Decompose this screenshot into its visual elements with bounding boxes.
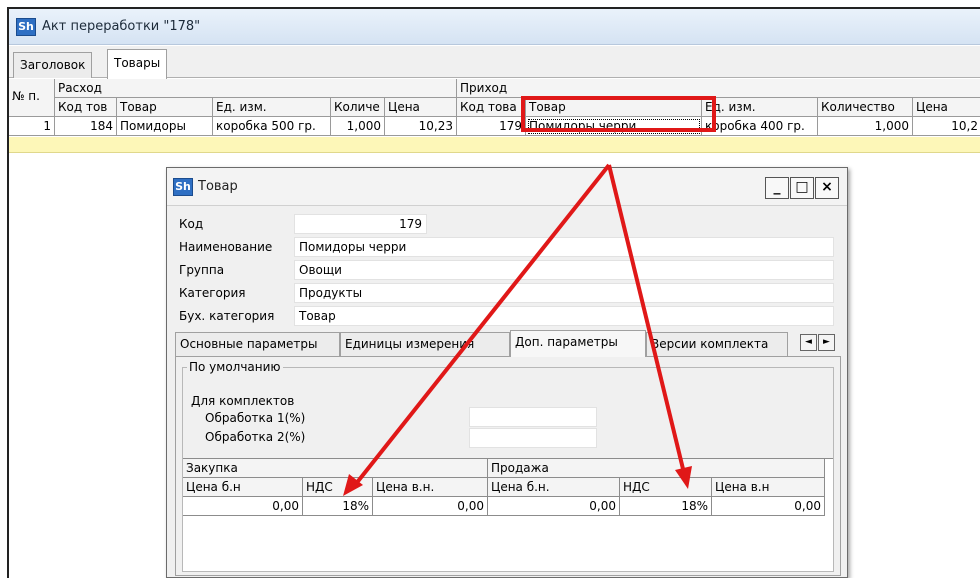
close-icon[interactable]: × — [815, 177, 839, 199]
defaults-group-title: По умолчанию — [187, 360, 283, 374]
field-accounting-category[interactable]: Товар — [294, 306, 834, 326]
column-header-price-in[interactable]: Цена — [913, 98, 980, 117]
purchase-net-cell[interactable]: 0,00 — [183, 497, 303, 516]
field-code[interactable]: 179 — [294, 214, 427, 234]
row-number-cell[interactable]: 1 — [9, 117, 55, 136]
dialog-tab-strip: Основные параметры Единицы измерения Доп… — [175, 330, 841, 357]
app-icon: Sh — [16, 18, 36, 36]
price-out-cell[interactable]: 10,23 — [385, 117, 457, 136]
column-header-purchase-gross[interactable]: Цена в.н. — [373, 478, 488, 497]
code-out-cell[interactable]: 184 — [55, 117, 117, 136]
column-header-purchase-net[interactable]: Цена б.н — [183, 478, 303, 497]
field-group[interactable]: Овощи — [294, 260, 834, 280]
qty-out-cell[interactable]: 1,000 — [331, 117, 385, 136]
code-in-cell[interactable]: 179 — [457, 117, 526, 136]
column-header-code-in[interactable]: Код това — [457, 98, 526, 117]
column-header-qty-in[interactable]: Количество — [818, 98, 913, 117]
sale-gross-cell[interactable]: 0,00 — [712, 497, 825, 516]
product-out-cell[interactable]: Помидоры — [117, 117, 213, 136]
column-header-product-out[interactable]: Товар — [117, 98, 213, 117]
column-header-product-in[interactable]: Товар — [526, 98, 702, 117]
column-header-code-out[interactable]: Код тов — [55, 98, 117, 117]
purchase-vat-cell[interactable]: 18% — [303, 497, 373, 516]
tab-strip: Заголовок Товары — [9, 46, 980, 79]
processing-1-label: Обработка 1(%) — [205, 411, 306, 425]
product-dialog: Sh Товар _ □ × Код 179 Наименование Поми… — [166, 167, 848, 578]
price-in-cell[interactable]: 10,2 — [913, 117, 980, 136]
group-header-incoming: Приход — [457, 79, 980, 98]
sale-net-cell[interactable]: 0,00 — [488, 497, 620, 516]
column-header-unit-out[interactable]: Ед. изм. — [213, 98, 331, 117]
column-header-sale-gross[interactable]: Цена в.н — [712, 478, 825, 497]
unit-in-cell[interactable]: коробка 400 гр. — [702, 117, 818, 136]
defaults-group: По умолчанию Для комплектов Обработка 1(… — [182, 360, 834, 572]
tab-goods[interactable]: Товары — [107, 49, 168, 79]
field-category[interactable]: Продукты — [294, 283, 834, 303]
minimize-icon[interactable]: _ — [765, 177, 789, 199]
price-grid: Закупка Продажа Цена б.н НДС Цена в.н. Ц… — [183, 458, 833, 571]
column-header-sale-vat[interactable]: НДС — [620, 478, 712, 497]
column-header-unit-in[interactable]: Ед. изм. — [702, 98, 818, 117]
sale-vat-cell[interactable]: 18% — [620, 497, 712, 516]
dialog-app-icon: Sh — [173, 178, 193, 196]
field-label-category: Категория — [179, 286, 246, 300]
tab-kit-versions[interactable]: Версии комплекта — [646, 332, 788, 356]
qty-in-cell[interactable]: 1,000 — [818, 117, 913, 136]
scroll-left-icon[interactable]: ◄ — [800, 334, 817, 351]
window-title: Акт переработки "178" — [42, 19, 201, 34]
column-header-sale-net[interactable]: Цена б.н. — [488, 478, 620, 497]
window-controls: _ □ × — [764, 177, 839, 199]
field-label-accounting-category: Бух. категория — [179, 309, 275, 323]
tab-extra-params[interactable]: Доп. параметры — [510, 330, 646, 357]
dialog-title: Товар — [198, 179, 238, 194]
field-label-name: Наименование — [179, 240, 273, 254]
column-header-price-out[interactable]: Цена — [385, 98, 457, 117]
kits-label: Для комплектов — [191, 394, 295, 408]
group-header-purchase: Закупка — [183, 459, 488, 478]
field-name[interactable]: Помидоры черри — [294, 237, 834, 257]
group-header-sale: Продажа — [488, 459, 825, 478]
column-header-row-number[interactable]: № п. — [9, 79, 55, 117]
tab-main-params[interactable]: Основные параметры — [175, 332, 340, 356]
column-header-qty-out[interactable]: Количе — [331, 98, 385, 117]
processing-1-input[interactable] — [469, 407, 597, 427]
field-label-group: Группа — [179, 263, 225, 277]
unit-out-cell[interactable]: коробка 500 гр. — [213, 117, 331, 136]
processing-2-input[interactable] — [469, 428, 597, 448]
scroll-right-icon[interactable]: ► — [818, 334, 835, 351]
new-row-strip[interactable] — [9, 137, 980, 153]
title-bar: Sh Акт переработки "178" — [9, 9, 980, 45]
field-label-code: Код — [179, 217, 204, 231]
tab-scroll: ◄ ► — [799, 334, 835, 351]
product-in-cell[interactable]: Помидоры черри — [526, 117, 702, 136]
dialog-title-bar: Sh Товар _ □ × — [167, 168, 847, 206]
tab-units[interactable]: Единицы измерения — [340, 332, 510, 356]
extra-params-panel: По умолчанию Для комплектов Обработка 1(… — [175, 356, 841, 576]
group-header-outgoing: Расход — [55, 79, 457, 98]
maximize-icon[interactable]: □ — [790, 177, 814, 199]
processing-2-label: Обработка 2(%) — [205, 430, 306, 444]
tab-header[interactable]: Заголовок — [13, 52, 93, 78]
purchase-gross-cell[interactable]: 0,00 — [373, 497, 488, 516]
column-header-purchase-vat[interactable]: НДС — [303, 478, 373, 497]
